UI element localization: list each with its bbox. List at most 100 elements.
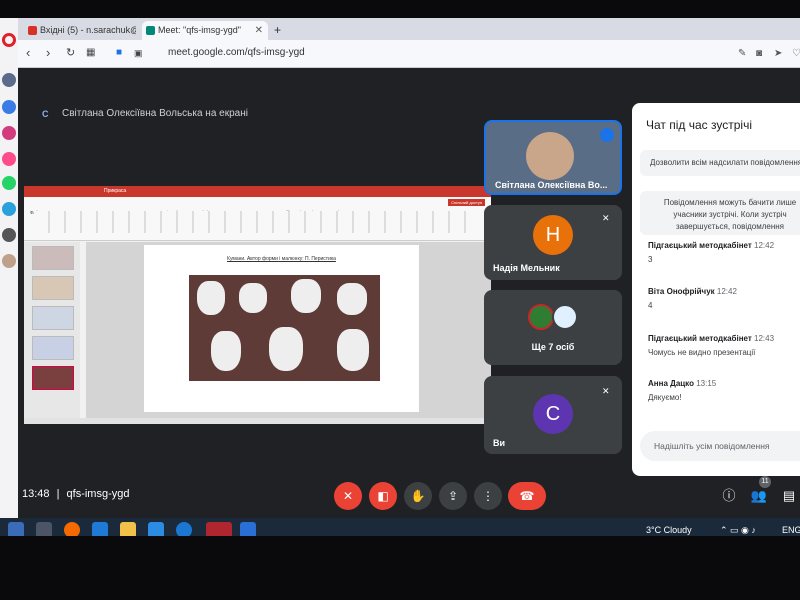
lock-icon[interactable]: ▣ <box>134 46 143 60</box>
slide-panel <box>24 242 80 418</box>
messenger-icon[interactable] <box>2 126 16 140</box>
chat-message: Підгаєцький методкабінет 12:42 <box>648 241 774 250</box>
avatar <box>528 304 554 330</box>
heart-icon[interactable] <box>2 254 16 268</box>
chat-panel: Чат під час зустрічі Дозволити всім надс… <box>632 103 800 476</box>
send-icon[interactable]: ➤ <box>774 48 785 59</box>
slide-thumbnail <box>32 366 74 390</box>
message-time: 12:42 <box>754 241 775 250</box>
tab-strip: Вхідні (5) - n.sarachuk@g Meet: "qfs-ims… <box>18 18 800 40</box>
heart-icon[interactable]: ♡ <box>792 48 800 59</box>
participant-name: Світлана Олексіївна Во... <box>495 180 608 190</box>
store-icon[interactable] <box>148 522 164 536</box>
clock-icon[interactable] <box>2 228 16 242</box>
chat-input[interactable]: Надішліть усім повідомлення <box>640 431 800 461</box>
tab-meet[interactable]: Meet: "qfs-imsg-ygd" ✕ <box>142 21 268 40</box>
chat-title: Чат під час зустрічі <box>646 118 752 132</box>
participants-count-badge: 11 <box>759 476 771 488</box>
language-indicator[interactable]: ENG <box>782 525 800 535</box>
message-time: 12:42 <box>716 287 737 296</box>
reload-icon[interactable]: ↻ <box>66 46 75 60</box>
close-tab-icon[interactable]: ✕ <box>255 21 263 40</box>
message-text: 3 <box>648 255 653 264</box>
message-text: Чомусь не видно презентації <box>648 348 756 357</box>
message-time: 12:43 <box>754 334 775 343</box>
avatar: С <box>533 394 573 434</box>
camera-icon[interactable]: ◙ <box>756 48 767 59</box>
end-call-button[interactable]: ☎ <box>508 482 546 510</box>
avatar: Н <box>533 215 573 255</box>
meet-area: C Світлана Олексіївна Вольська на екрані… <box>18 68 800 536</box>
media-player-icon[interactable] <box>240 522 256 536</box>
meeting-info: 13:48 | qfs-imsg-ygd <box>22 488 129 500</box>
info-icon[interactable]: ⓘ <box>718 485 740 507</box>
slide-thumbnail <box>32 306 74 330</box>
allow-messages-toggle[interactable]: Дозволити всім надсилати повідомлення <box>640 150 800 176</box>
tile-you[interactable]: С ✕ Ви <box>484 376 622 454</box>
message-sender: Підгаєцький методкабінет <box>648 334 752 343</box>
window-title: Прикраса <box>104 188 127 194</box>
opera-sidebar <box>0 18 18 536</box>
slide-canvas: Кумани. Автор форми і малюнку: П. Перист… <box>86 242 491 418</box>
shared-screen: Прикраса Файл Основне Вставлення Малюван… <box>24 186 491 424</box>
tray-icons[interactable]: ⌃ ▭ ◉ ♪ <box>720 525 756 536</box>
powerpoint-ribbon: Файл Основне Вставлення Малювання Констр… <box>24 197 491 241</box>
participant-name: Надія Мельник <box>493 263 560 273</box>
slide-photo <box>189 275 380 381</box>
url-field[interactable]: meet.google.com/qfs-imsg-ygd <box>168 47 305 58</box>
firefox-icon[interactable] <box>64 522 80 536</box>
mic-off-icon: ✕ <box>602 213 610 223</box>
edit-icon[interactable]: ✎ <box>738 48 749 59</box>
message-text: 4 <box>648 301 653 310</box>
edge-icon[interactable] <box>176 522 192 536</box>
camera-icon[interactable]: ■ <box>116 46 122 60</box>
weather-widget[interactable]: 3°C Cloudy <box>646 525 692 535</box>
camera-off-button[interactable]: ◧ <box>369 482 397 510</box>
opera-logo-icon[interactable] <box>2 33 16 47</box>
presenting-label: Світлана Олексіївна Вольська на екрані <box>62 108 248 119</box>
sidebar-icon[interactable] <box>2 73 16 87</box>
gmail-icon <box>28 26 37 35</box>
present-button[interactable]: ⇪ <box>439 482 467 510</box>
raise-hand-button[interactable]: ✋ <box>404 482 432 510</box>
task-view-icon[interactable] <box>36 522 52 536</box>
slide-thumbnail <box>32 246 74 270</box>
presenting-icon: C <box>42 109 49 119</box>
tile-more-people[interactable]: Ще 7 осіб <box>484 290 622 365</box>
powerpoint-titlebar: Прикраса <box>24 186 491 197</box>
powerpoint-statusbar <box>24 418 491 424</box>
jug-image <box>211 331 241 371</box>
tab-gmail[interactable]: Вхідні (5) - n.sarachuk@g <box>24 21 136 40</box>
file-explorer-icon[interactable] <box>120 522 136 536</box>
participant-name: Ви <box>493 438 506 448</box>
more-options-button[interactable]: ⋮ <box>474 482 502 510</box>
telegram-icon[interactable] <box>2 202 16 216</box>
jug-image <box>239 283 267 313</box>
mail-icon[interactable] <box>92 522 108 536</box>
clock-time: 13:48 <box>22 488 50 500</box>
tile-nadiia[interactable]: Н ✕ Надія Мельник <box>484 205 622 280</box>
instagram-icon[interactable] <box>2 152 16 166</box>
jug-image <box>269 327 303 371</box>
jug-image <box>291 279 321 313</box>
whatsapp-icon[interactable] <box>2 176 16 190</box>
opera-taskbar-icon[interactable] <box>206 522 232 536</box>
meet-icon <box>146 26 155 35</box>
back-icon[interactable]: ‹ <box>26 46 30 60</box>
new-tab-button[interactable]: + <box>270 21 288 40</box>
forward-icon[interactable]: › <box>46 46 50 60</box>
chat-icon[interactable]: ▤ <box>778 485 800 507</box>
messenger-icon[interactable] <box>2 100 16 114</box>
tile-presenter[interactable]: Світлана Олексіївна Во... <box>484 120 622 195</box>
mic-off-button[interactable]: ✕ <box>334 482 362 510</box>
screen: Вхідні (5) - n.sarachuk@g Meet: "qfs-ims… <box>0 18 800 536</box>
people-icon[interactable]: 👥 <box>748 485 770 507</box>
slide-thumbnail <box>32 336 74 360</box>
search-icon[interactable] <box>8 522 24 536</box>
tabs-grid-icon[interactable]: ▦ <box>86 46 95 60</box>
slide-thumbnail <box>32 276 74 300</box>
message-time: 13:15 <box>696 379 717 388</box>
message-sender: Віта Онофрійчук <box>648 287 715 296</box>
tab-label: Meet: "qfs-imsg-ygd" <box>158 25 241 35</box>
taskbar: 3°C Cloudy ⌃ ▭ ◉ ♪ ENG <box>0 518 800 536</box>
